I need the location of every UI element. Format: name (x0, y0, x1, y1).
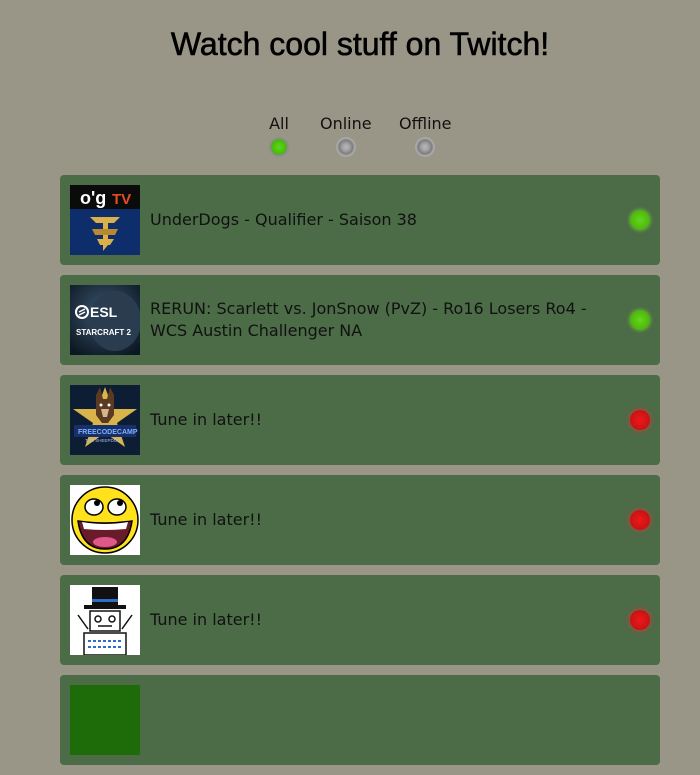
filter-online-radio[interactable] (335, 137, 356, 157)
top-hat-robot-drawing (70, 585, 140, 655)
filter-all[interactable]: All (269, 115, 289, 157)
filter-online[interactable]: Online (320, 115, 372, 157)
esl-starcraft2-logo: ESL STARCRAFT 2 (70, 285, 140, 355)
sheriff-dog-badge-logo: FREECODECAMP THE SHEEPDOG (70, 385, 140, 455)
logo-tv-mark: TV (112, 191, 131, 208)
awesome-smiley-face (70, 485, 140, 555)
channel-list: o'g TV UnderDogs - Qualifier - Saison 38 (60, 175, 660, 775)
channel-card[interactable] (60, 675, 660, 765)
channel-card[interactable]: Tune in later!! (60, 475, 660, 565)
filter-online-label: Online (320, 114, 372, 133)
channel-card[interactable]: FREECODECAMP THE SHEEPDOG Tune in later!… (60, 375, 660, 465)
filter-offline[interactable]: Offline (399, 115, 452, 157)
stream-status: Tune in later!! (150, 610, 262, 629)
channel-card[interactable]: Tune in later!! (60, 575, 660, 665)
filter-offline-label: Offline (399, 114, 452, 133)
ogtv-starcraft-logo: o'g TV (70, 185, 140, 255)
page-title: Watch cool stuff on Twitch! (170, 26, 550, 63)
logo-subtitle: STARCRAFT 2 (76, 328, 132, 337)
offline-indicator (630, 610, 650, 630)
logo-wordmark: ESL (90, 304, 118, 320)
channel-card[interactable]: ESL STARCRAFT 2 RERUN: Scarlett vs. JonS… (60, 275, 660, 365)
online-indicator (630, 310, 650, 330)
filter-all-label: All (269, 114, 289, 133)
logo-wordmark: FREECODECAMP (78, 429, 138, 436)
filter-offline-radio[interactable] (415, 137, 436, 157)
offline-indicator (630, 410, 650, 430)
stream-status: UnderDogs - Qualifier - Saison 38 (150, 210, 417, 229)
filter-group: All Online Offline (0, 115, 700, 165)
stream-status: RERUN: Scarlett vs. JonSnow (PvZ) - Ro16… (150, 299, 587, 340)
channel-card[interactable]: o'g TV UnderDogs - Qualifier - Saison 38 (60, 175, 660, 265)
online-indicator (630, 210, 650, 230)
green-square-logo (70, 685, 140, 755)
offline-indicator (630, 510, 650, 530)
logo-wordmark: o'g (80, 188, 106, 208)
stream-status: Tune in later!! (150, 510, 262, 529)
stream-status: Tune in later!! (150, 410, 262, 429)
stream-status (150, 675, 610, 765)
logo-subtitle: THE SHEEPDOG (85, 438, 121, 443)
filter-all-radio[interactable] (269, 137, 289, 157)
